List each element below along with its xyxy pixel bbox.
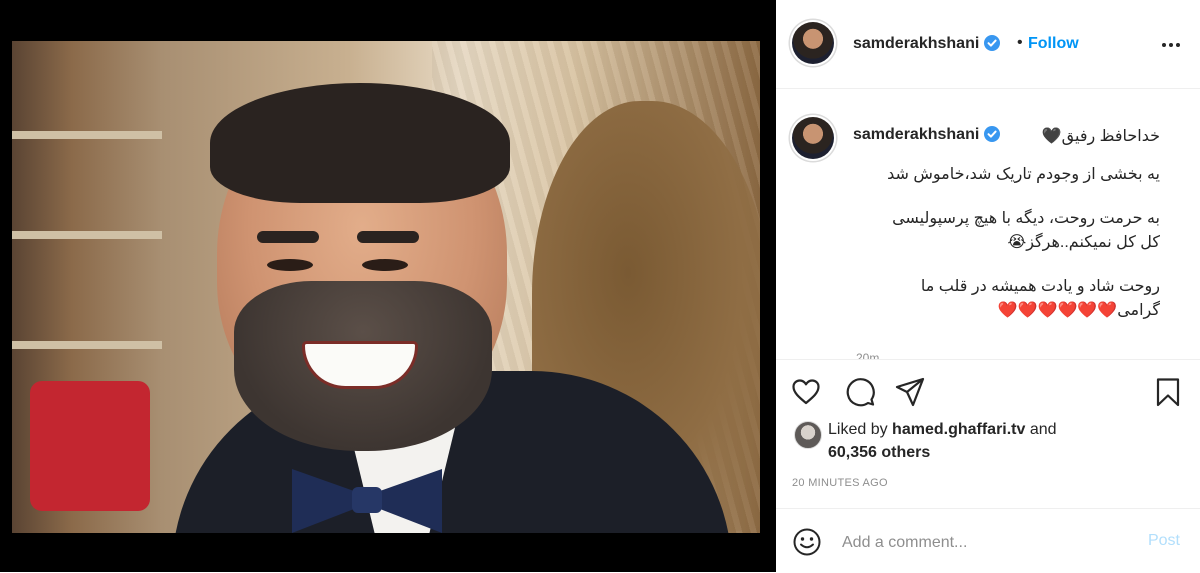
caption-line: به حرمت روحت، دیگه با هیچ پرسپولیسی [892,210,1160,227]
post-comment-button[interactable]: Post [1148,532,1180,550]
share-icon[interactable] [894,376,926,408]
bowtie [292,469,442,533]
caption-line: کل کل نمیکنم..هرگز😭 [1007,234,1161,251]
shelf [12,231,162,239]
verified-badge-icon [984,35,1001,51]
caption-text: خداحافظ رفیق🖤 یه بخشی از وجودم تاریک شد،… [852,125,1160,323]
follow-button[interactable]: Follow [1028,35,1079,53]
eye [362,259,408,271]
username-link[interactable]: samderakhshani [853,35,1001,53]
likes-summary: Liked by hamed.ghaffari.tv and 60,356 ot… [776,415,1200,475]
avatar[interactable] [792,117,834,159]
eyebrow [257,231,319,243]
likes-conjunction: and [1029,421,1057,438]
likes-line: Liked by hamed.ghaffari.tv and [828,421,1057,439]
more-options-icon[interactable] [1160,34,1182,56]
comment-input[interactable] [840,529,1124,557]
caption-line: روحت شاد و یادت همیشه در قلب ما [920,278,1160,295]
media-pane [0,0,776,572]
hair [210,83,510,203]
likes-others-link[interactable]: 60,356 others [828,444,930,462]
heart-icon[interactable] [790,376,822,408]
comment-icon[interactable] [844,376,876,408]
posted-timestamp[interactable]: 20 MINUTES AGO [792,477,888,489]
post-header: samderakhshani • Follow [776,0,1200,89]
red-object [30,381,150,511]
action-bar [776,359,1200,420]
post-photo[interactable] [12,41,760,533]
liker-username-link[interactable]: hamed.ghaffari.tv [892,421,1025,438]
caption-timestamp: 20m [856,351,880,359]
liker-avatar[interactable] [794,421,822,449]
eyebrow [357,231,419,243]
bookmark-icon[interactable] [1152,376,1184,408]
caption-line: یه بخشی از وجودم تاریک شد،خاموش شد [887,166,1160,183]
shelf [12,131,162,139]
caption-line: گرامی❤️❤️❤️❤️❤️❤️ [997,302,1160,319]
caption-area: samderakhshani خداحافظ رفیق🖤 یه بخشی از … [776,89,1200,359]
emoji-icon[interactable] [792,527,822,557]
shelf [12,341,162,349]
post-sidebar: samderakhshani • Follow samderakhshani خ… [776,0,1200,572]
header-separator: • [1017,34,1023,51]
likes-prefix: Liked by [828,421,888,438]
username-text[interactable]: samderakhshani [853,35,979,52]
caption-line: خداحافظ رفیق🖤 [1041,128,1160,145]
comment-bar: Post [776,508,1200,573]
eye [267,259,313,271]
avatar[interactable] [792,22,834,64]
